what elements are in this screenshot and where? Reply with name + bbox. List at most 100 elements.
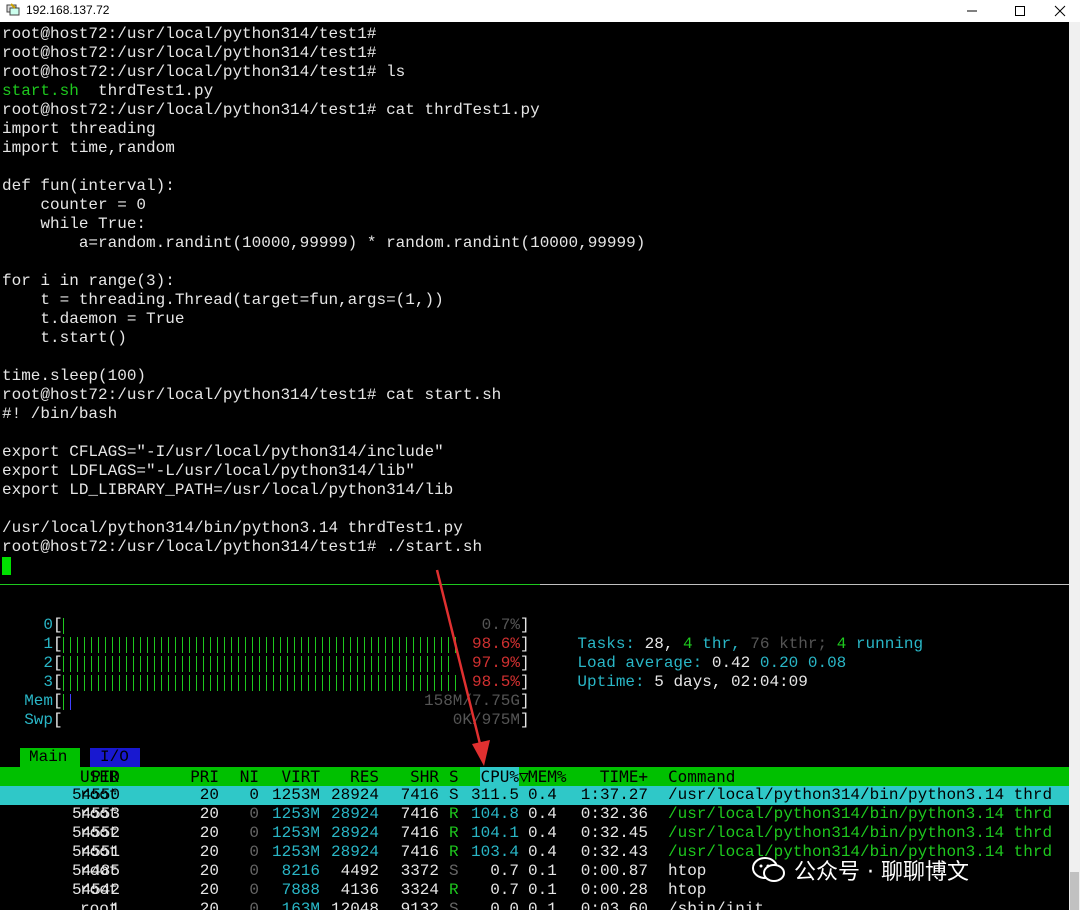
cell-virt: 1253M (271, 843, 320, 861)
cell-ni: 0 (249, 900, 259, 910)
terminal-line: for i in range(3): (2, 272, 175, 290)
close-button[interactable] (1040, 0, 1080, 22)
cell-pri: 20 (199, 824, 219, 842)
load-average-line: Load average: 0.42 0.20 0.08 (577, 654, 847, 672)
terminal-line: root@host72:/usr/local/python314/test1# … (2, 538, 483, 556)
process-row[interactable]: 54552 root 20 0 1253M 28924 7416 R 104.1 0.4 0:32.… (0, 824, 1069, 843)
terminal-cursor (2, 557, 11, 575)
cell-ni: 0 (249, 843, 259, 861)
cell-cpu: 104.8 (470, 805, 519, 823)
cell-pri: 20 (199, 900, 219, 910)
column-header[interactable]: PRI (190, 767, 219, 786)
cell-cmd: /usr/local/python314/bin/python3.14 thrd (668, 786, 1053, 804)
column-header[interactable]: TIME+ (600, 767, 648, 786)
cpu-meter-3-fill (63, 675, 457, 691)
cell-cmd: /usr/local/python314/bin/python3.14 thrd (668, 805, 1053, 823)
cell-mem: 0.4 (528, 805, 557, 823)
minimize-icon (967, 10, 977, 12)
process-row[interactable]: 1 root 20 0 163M 12048 9132 S 0.0 0.1 0:03.60/sbin… (0, 900, 1069, 910)
cell-cpu: 311.5 (470, 786, 519, 804)
putty-app-icon (6, 3, 20, 16)
window-title: 192.168.137.72 (26, 3, 110, 17)
column-header[interactable]: S (449, 767, 459, 786)
cell-time: 0:00.28 (580, 881, 648, 899)
cell-time: 0:00.87 (580, 862, 648, 880)
terminal-line: counter = 0 (2, 196, 147, 214)
cell-pri: 20 (199, 786, 219, 804)
column-header[interactable]: RES (350, 767, 379, 786)
cell-virt: 1253M (271, 824, 320, 842)
cell-cpu: 104.1 (470, 824, 519, 842)
cell-shr: 7416 (400, 805, 439, 823)
cell-mem: 0.4 (528, 786, 557, 804)
wechat-icon (752, 857, 785, 882)
process-row-selected[interactable]: 54550 root 20 0 1253M 28924 7416 S 311.5 0.4 1:37.… (0, 786, 1069, 805)
cell-ni: 0 (249, 862, 259, 880)
terminal-line: t.daemon = True (2, 310, 185, 328)
cell-pri: 20 (199, 881, 219, 899)
terminal-line: root@host72:/usr/local/python314/test1# (2, 44, 377, 62)
terminal-line: #! /bin/bash (2, 405, 118, 423)
cell-time: 1:37.27 (580, 786, 648, 804)
terminal-line: export LD_LIBRARY_PATH=/usr/local/python… (2, 481, 454, 499)
cell-cpu: 103.4 (470, 843, 519, 861)
column-header[interactable]: NI (240, 767, 259, 786)
cell-res: 28924 (330, 824, 379, 842)
terminal-area[interactable]: root@host72:/usr/local/python314/test1# r… (0, 22, 1069, 910)
cell-virt: 163M (281, 900, 320, 910)
cell-res: 12048 (330, 900, 379, 910)
terminal-line: a=random.randint(10000,99999) * random.r… (2, 234, 646, 252)
cell-user: root (80, 824, 119, 842)
mem-meter: Mem[158M/7.75G] (24, 692, 530, 710)
scrollbar-thumb[interactable] (1070, 872, 1079, 910)
wechat-watermark: 公众号 · 聊聊博文 (752, 850, 969, 890)
terminal-line: /usr/local/python314/bin/python3.14 thrd… (2, 519, 463, 537)
tab-main[interactable]: Main (20, 748, 80, 767)
cell-s: R (449, 805, 459, 823)
vertical-scrollbar[interactable] (1069, 22, 1080, 910)
column-header[interactable]: USER (80, 767, 119, 786)
cell-pri: 20 (199, 862, 219, 880)
minimize-button[interactable] (950, 0, 994, 22)
cell-cmd: /usr/local/python314/bin/python3.14 thrd (668, 824, 1053, 842)
cell-shr: 3372 (400, 862, 439, 880)
column-header[interactable]: CPU% (480, 767, 519, 786)
sort-indicator-icon: ▽ (519, 767, 529, 786)
column-header[interactable]: Command (668, 767, 735, 786)
tab-io[interactable]: I/O (90, 748, 140, 767)
terminal-line: import threading (2, 120, 156, 138)
cell-cmd: htop (668, 862, 707, 880)
cell-cpu: 0.7 (490, 862, 519, 880)
pane-separator-right (540, 584, 1069, 585)
cpu-meter-1: 1[98.6%] (43, 635, 530, 653)
cell-ni: 0 (249, 881, 259, 899)
terminal-line: import time,random (2, 139, 175, 157)
cpu-meter-0-fill (63, 618, 66, 634)
column-header[interactable]: VIRT (281, 767, 320, 786)
process-row[interactable]: 54553 root 20 0 1253M 28924 7416 R 104.8 0.4 0:32.… (0, 805, 1069, 824)
cell-pri: 20 (199, 805, 219, 823)
cpu-meter-2-fill (63, 656, 455, 672)
cell-s: R (449, 824, 459, 842)
terminal-line: t.start() (2, 329, 127, 347)
cell-shr: 3324 (400, 881, 439, 899)
swap-meter: Swp[0K/975M] (24, 711, 530, 729)
column-header[interactable]: MEM% (528, 767, 567, 786)
terminal-line: root@host72:/usr/local/python314/test1# … (2, 63, 406, 81)
cell-time: 0:32.36 (580, 805, 648, 823)
cpu-meter-2: 2[97.9%] (43, 654, 530, 672)
maximize-button[interactable] (998, 0, 1042, 22)
cell-cpu: 0.0 (490, 900, 519, 910)
cell-s: S (449, 862, 459, 880)
cell-time: 0:32.43 (580, 843, 648, 861)
uptime-line: Uptime: 5 days, 02:04:09 (577, 673, 808, 691)
cpu-meter-1-fill (63, 637, 457, 653)
cell-res: 4492 (340, 862, 379, 880)
cell-user: root (80, 843, 119, 861)
cell-s: R (449, 843, 459, 861)
cell-res: 28924 (330, 786, 379, 804)
column-header[interactable]: SHR (410, 767, 439, 786)
terminal-line: export CFLAGS="-I/usr/local/python314/in… (2, 443, 444, 461)
cell-s: S (449, 900, 459, 910)
cell-cpu: 0.7 (490, 881, 519, 899)
